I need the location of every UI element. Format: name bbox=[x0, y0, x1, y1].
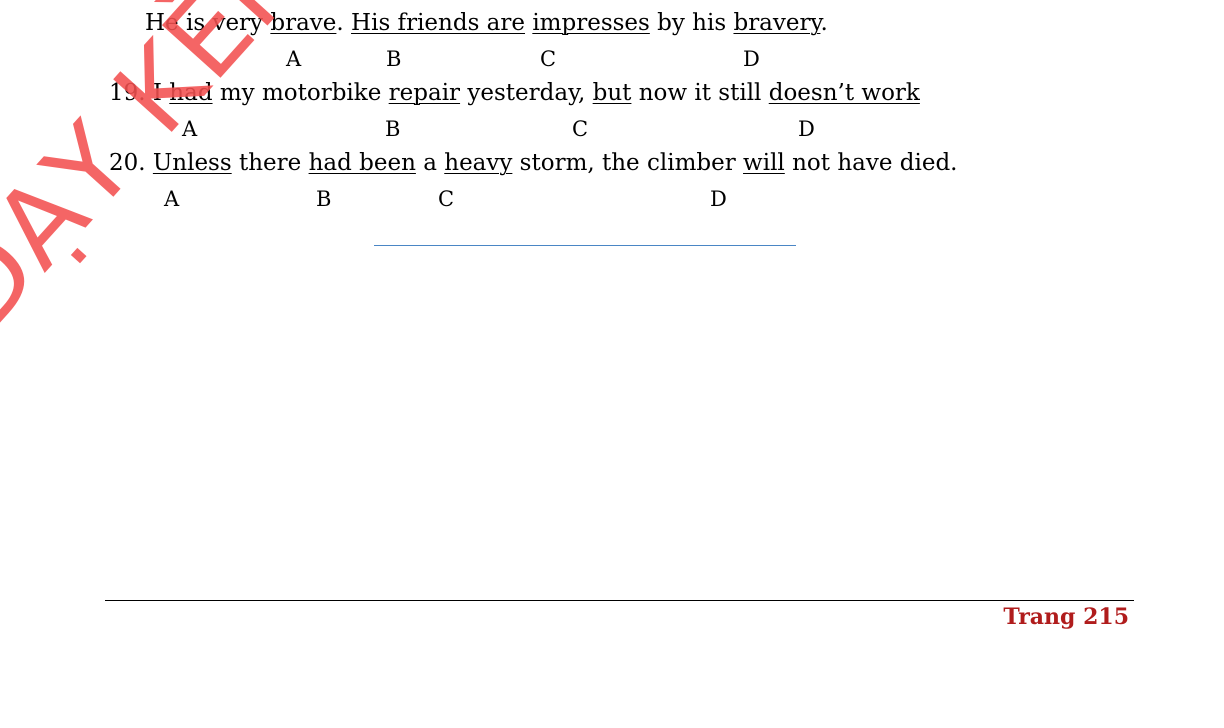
question-line: 19. I had my motorbike repair yesterday,… bbox=[109, 78, 920, 108]
underlined-segment: will bbox=[743, 150, 785, 176]
text-segment: yesterday, bbox=[460, 80, 593, 106]
question-line: 20. Unless there had been a heavy storm,… bbox=[109, 148, 958, 178]
option-label: C bbox=[572, 117, 589, 141]
footer-rule bbox=[105, 600, 1134, 601]
text-segment: my motorbike bbox=[212, 80, 389, 106]
question-number: 19. bbox=[109, 80, 153, 106]
underlined-segment: His friends are bbox=[351, 10, 526, 36]
option-label: C bbox=[438, 187, 455, 211]
text-segment: . bbox=[820, 10, 828, 36]
section-divider bbox=[374, 245, 796, 246]
text-segment: I bbox=[152, 80, 170, 106]
underlined-segment: repair bbox=[388, 80, 461, 106]
text-segment: by his bbox=[649, 10, 734, 36]
page-number: Trang 215 bbox=[1003, 604, 1129, 630]
text-segment: a bbox=[415, 150, 445, 176]
question-line: He is very brave. His friends are impres… bbox=[145, 8, 828, 38]
underlined-segment: Unless bbox=[152, 150, 232, 176]
option-label: B bbox=[386, 47, 402, 71]
underlined-segment: impresses bbox=[532, 10, 650, 36]
underlined-segment: heavy bbox=[444, 150, 513, 176]
option-label: D bbox=[710, 187, 727, 211]
text-segment: not have died. bbox=[784, 150, 958, 176]
underlined-segment: had been bbox=[308, 150, 416, 176]
underlined-segment: had bbox=[169, 80, 213, 106]
option-label: B bbox=[316, 187, 332, 211]
text-segment: storm, the climber bbox=[512, 150, 744, 176]
underlined-segment: but bbox=[592, 80, 632, 106]
text-segment: now it still bbox=[631, 80, 769, 106]
underlined-segment: bravery bbox=[733, 10, 821, 36]
text-segment: . bbox=[336, 10, 352, 36]
option-label: D bbox=[798, 117, 815, 141]
text-segment: there bbox=[231, 150, 309, 176]
underlined-segment: brave bbox=[270, 10, 337, 36]
option-label: A bbox=[286, 47, 302, 71]
option-label: D bbox=[743, 47, 760, 71]
question-number: 20. bbox=[109, 150, 153, 176]
option-label: A bbox=[182, 117, 198, 141]
option-label: A bbox=[164, 187, 180, 211]
option-label: C bbox=[540, 47, 557, 71]
option-label: B bbox=[385, 117, 401, 141]
underlined-segment: doesn’t work bbox=[768, 80, 920, 106]
text-segment: He is very bbox=[145, 10, 271, 36]
